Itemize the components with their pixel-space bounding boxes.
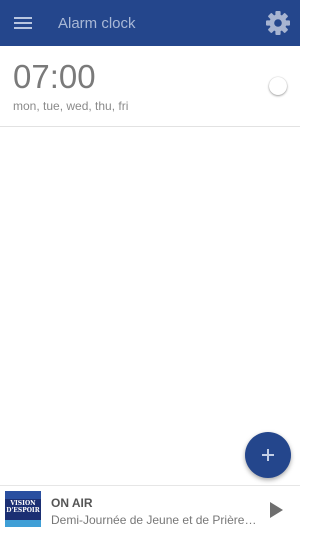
play-icon xyxy=(270,502,283,518)
on-air-label: ON AIR xyxy=(51,496,93,510)
station-logo: VISION D'ESPOIR xyxy=(5,491,41,527)
app-bar: Alarm clock xyxy=(0,0,300,46)
alarm-time: 07:00 xyxy=(13,58,96,95)
alarm-days: mon, tue, wed, thu, fri xyxy=(13,99,129,113)
toggle-knob xyxy=(269,77,287,95)
alarm-toggle[interactable] xyxy=(267,77,287,97)
add-alarm-button[interactable] xyxy=(245,432,291,478)
hamburger-menu-icon xyxy=(14,17,32,29)
plus-icon xyxy=(262,449,274,461)
app-title: Alarm clock xyxy=(58,15,136,32)
menu-button[interactable] xyxy=(9,9,37,37)
gear-icon xyxy=(266,11,290,35)
station-logo-text: VISION D'ESPOIR xyxy=(6,500,40,514)
program-title: Demi-Journée de Jeune et de Prière ... xyxy=(51,513,257,527)
alarm-item[interactable]: 07:00 mon, tue, wed, thu, fri xyxy=(0,46,300,127)
player-bar[interactable]: VISION D'ESPOIR ON AIR Demi-Journée de J… xyxy=(0,485,300,533)
settings-button[interactable] xyxy=(264,9,292,37)
play-button[interactable] xyxy=(264,498,288,522)
